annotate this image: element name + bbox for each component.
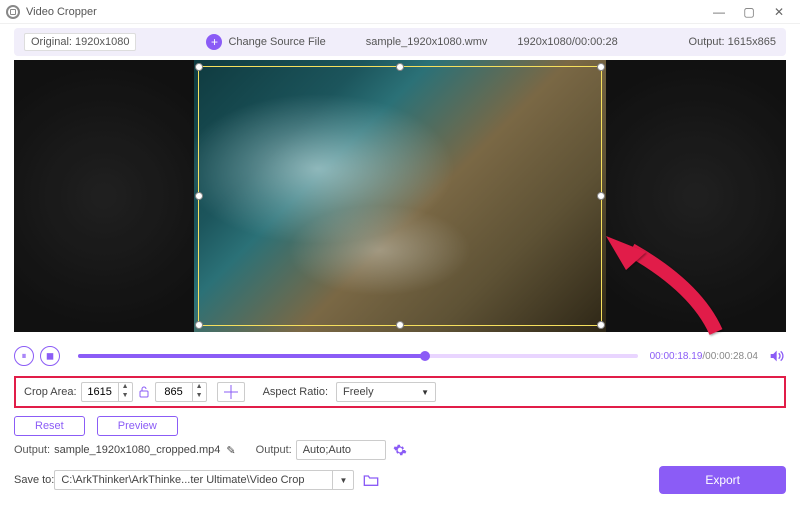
crop-handle-tc[interactable]	[396, 63, 404, 71]
volume-icon[interactable]	[766, 346, 786, 366]
dim-right	[606, 60, 786, 332]
crop-area[interactable]	[194, 60, 606, 332]
crop-params-panel: Crop Area: ▲▼ ▲▼ Aspect Ratio: Freely ▼	[14, 376, 786, 408]
title-bar: Video Cropper — ▢ ✕	[0, 0, 800, 24]
chevron-down-icon: ▼	[421, 388, 429, 397]
crop-width-input[interactable]: ▲▼	[81, 382, 133, 402]
change-source-label: Change Source File	[228, 36, 325, 48]
chevron-down-icon: ▼	[332, 471, 347, 489]
crop-handle-mr[interactable]	[597, 192, 605, 200]
export-button[interactable]: Export	[659, 466, 786, 494]
settings-gear-icon[interactable]	[392, 442, 408, 458]
close-button[interactable]: ✕	[764, 2, 794, 22]
playback-controls: ⏸ ◼ 00:00:18.19/00:00:28.04	[14, 342, 786, 370]
reset-button[interactable]: Reset	[14, 416, 85, 436]
lock-aspect-icon[interactable]	[137, 386, 151, 398]
crop-handle-ml[interactable]	[195, 192, 203, 200]
crop-width-down[interactable]: ▼	[119, 392, 132, 401]
center-crop-button[interactable]	[217, 382, 245, 402]
dim-left	[14, 60, 194, 332]
crop-height-input[interactable]: ▲▼	[155, 382, 207, 402]
window-controls: — ▢ ✕	[704, 2, 794, 22]
stop-button[interactable]: ◼	[40, 346, 60, 366]
aspect-ratio-value: Freely	[343, 386, 374, 398]
aspect-ratio-label: Aspect Ratio:	[263, 386, 328, 398]
output-preset-label: Output:	[256, 444, 292, 456]
output-filename: sample_1920x1080_cropped.mp4	[54, 444, 220, 456]
crop-handle-br[interactable]	[597, 321, 605, 329]
total-time: /00:00:28.04	[702, 351, 758, 362]
time-display: 00:00:18.19/00:00:28.04	[650, 351, 758, 362]
output-row: Output: sample_1920x1080_cropped.mp4 ✎ O…	[14, 440, 786, 460]
crop-rectangle[interactable]	[198, 66, 602, 326]
output-preset-value: Auto;Auto	[303, 444, 351, 456]
timeline-slider[interactable]	[78, 354, 638, 358]
save-path-select[interactable]: C:\ArkThinker\ArkThinke...ter Ultimate\V…	[54, 470, 354, 490]
action-buttons-row: Reset Preview	[14, 416, 786, 436]
save-to-label: Save to:	[14, 474, 54, 486]
edit-filename-icon[interactable]: ✎	[226, 444, 235, 457]
open-folder-icon[interactable]	[362, 472, 380, 488]
maximize-button[interactable]: ▢	[734, 2, 764, 22]
current-time: 00:00:18.19	[650, 351, 703, 362]
crop-height-down[interactable]: ▼	[193, 392, 206, 401]
crop-height-field[interactable]	[156, 386, 192, 398]
save-row: Save to: C:\ArkThinker\ArkThinke...ter U…	[14, 466, 786, 494]
video-preview	[14, 60, 786, 332]
info-bar: Original: 1920x1080 + Change Source File…	[14, 28, 786, 56]
plus-icon: +	[206, 34, 222, 50]
change-source-button[interactable]: + Change Source File	[206, 34, 325, 50]
source-dims-time: 1920x1080/00:00:28	[517, 36, 617, 48]
crop-width-field[interactable]	[82, 386, 118, 398]
aspect-ratio-select[interactable]: Freely ▼	[336, 382, 436, 402]
crop-handle-bc[interactable]	[396, 321, 404, 329]
crop-height-up[interactable]: ▲	[193, 383, 206, 392]
minimize-button[interactable]: —	[704, 2, 734, 22]
crop-handle-bl[interactable]	[195, 321, 203, 329]
app-title: Video Cropper	[26, 6, 97, 18]
crop-handle-tl[interactable]	[195, 63, 203, 71]
pause-button[interactable]: ⏸	[14, 346, 34, 366]
crop-area-label: Crop Area:	[24, 386, 77, 398]
output-preset-field[interactable]: Auto;Auto	[296, 440, 386, 460]
source-filename: sample_1920x1080.wmv	[366, 36, 488, 48]
save-path-value: C:\ArkThinker\ArkThinke...ter Ultimate\V…	[61, 474, 304, 486]
crop-handle-tr[interactable]	[597, 63, 605, 71]
preview-button[interactable]: Preview	[97, 416, 178, 436]
timeline-thumb[interactable]	[420, 351, 430, 361]
output-dimensions: Output: 1615x865	[689, 36, 776, 48]
original-dimensions: Original: 1920x1080	[24, 33, 136, 51]
output-file-label: Output:	[14, 444, 50, 456]
crop-width-up[interactable]: ▲	[119, 383, 132, 392]
app-icon	[6, 5, 20, 19]
timeline-progress	[78, 354, 425, 358]
